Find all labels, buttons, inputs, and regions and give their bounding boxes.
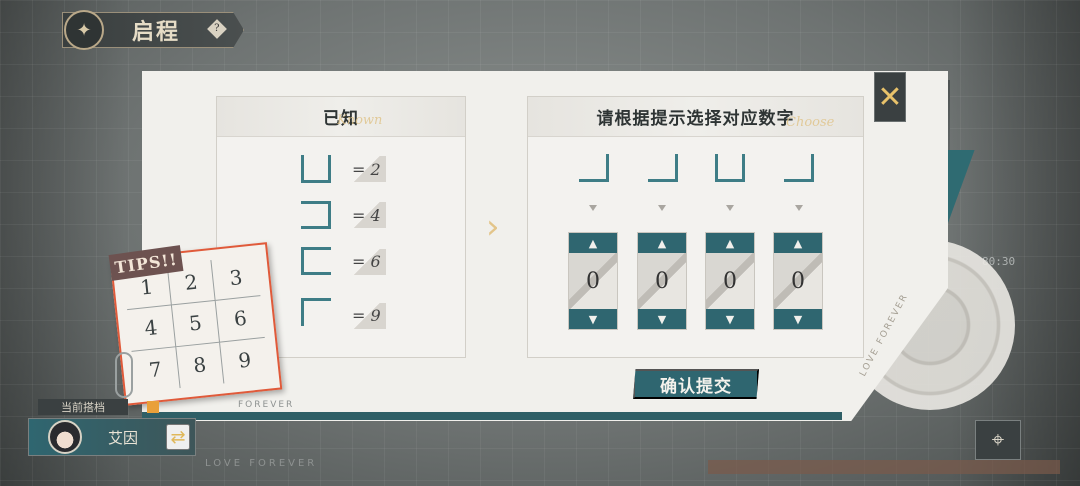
decor-forever-text: FOREVER [238,400,295,410]
partner-label: 当前搭档 [38,399,128,415]
dial-value: 0 [569,253,617,309]
compass-button[interactable]: ⌖ [975,420,1021,460]
dial-up-button[interactable]: ▲ [774,233,822,253]
digit-dial: ▲ 0 ▼ [705,232,755,330]
submit-button[interactable]: 确认提交 [633,369,759,399]
avatar [48,420,82,454]
c-glyph-icon [301,247,331,275]
dial-down-button[interactable]: ▼ [774,309,822,329]
pointer-icon [795,205,803,211]
dial-value: 0 [638,253,686,309]
dial-down-button[interactable]: ▼ [706,309,754,329]
dial-value: 0 [774,253,822,309]
compass-icon: ⌖ [991,427,1005,453]
paperclip-icon [115,352,133,398]
close-button[interactable]: ✕ [874,72,906,122]
tips-cell: 7 [131,346,181,393]
clue-equation: = 6 [352,252,381,271]
choose-panel-title: 请根据提示选择对应数字 [596,109,795,129]
target-glyph-icon [579,154,609,182]
tips-corner-mark [147,401,159,413]
tips-cell: 9 [237,347,253,374]
dial-value: 0 [706,253,754,309]
modal-bottom-stripe [142,412,842,420]
pointer-icon [726,205,734,211]
clue-equation: = 4 [352,206,381,225]
dial-up-button[interactable]: ▲ [638,233,686,253]
digit-dial: ▲ 0 ▼ [773,232,823,330]
decor-love-forever: LOVE FOREVER [205,458,318,469]
butterfly-emblem-icon: ✦ [64,10,104,50]
corner-glyph-icon [301,298,331,326]
dial-down-button[interactable]: ▼ [569,309,617,329]
dial-up-button[interactable]: ▲ [706,233,754,253]
known-panel-script: Known [337,113,383,128]
choose-panel-script: Choose [786,115,835,130]
target-glyph-icon [648,154,678,182]
chapter-title: 启程 [132,19,181,45]
tips-cell: 8 [175,342,225,388]
tips-cell: 4 [127,305,176,352]
u-shape-glyph-icon [301,155,331,183]
dial-up-button[interactable]: ▲ [569,233,617,253]
target-glyph-icon [715,154,745,182]
tips-cell: 5 [171,301,221,347]
clue-equation: = 2 [352,160,381,179]
bottom-bar [708,460,1060,474]
close-icon: ✕ [877,79,903,115]
clue-equation: = 9 [352,306,381,325]
chevron-right-icon: › [486,207,500,247]
dial-down-button[interactable]: ▼ [638,309,686,329]
partner-name: 艾因 [108,429,139,447]
target-glyph-icon [784,154,814,182]
tips-cell: 3 [211,255,261,302]
tips-cell: 6 [216,296,265,343]
pointer-icon [589,205,597,211]
digit-dial: ▲ 0 ▼ [637,232,687,330]
digit-dial: ▲ 0 ▼ [568,232,618,330]
pointer-icon [658,205,666,211]
swap-arrows-icon[interactable]: ⇄ [166,424,190,450]
reverse-c-glyph-icon [301,201,331,229]
